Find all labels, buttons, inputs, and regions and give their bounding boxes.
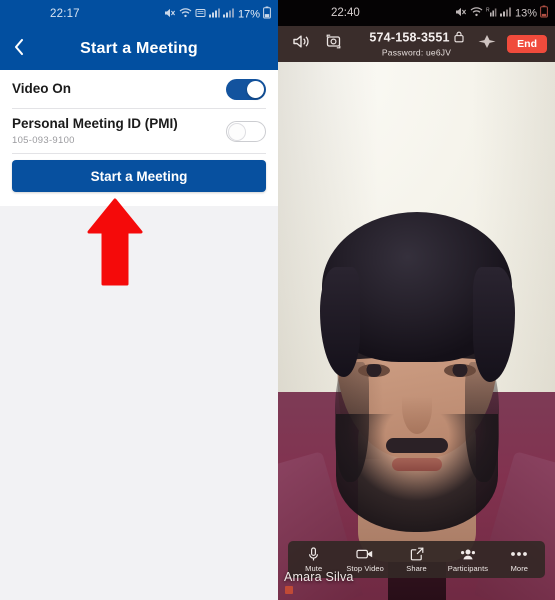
- toolbar-participants-label: Participants: [447, 563, 489, 573]
- right-screen-meeting: 22:40 R 13% 574-158-3551 Password: ue6JV…: [278, 0, 555, 600]
- switch-camera-icon: [324, 33, 343, 55]
- pmi-toggle[interactable]: [226, 120, 266, 142]
- video-on-toggle[interactable]: [226, 78, 266, 100]
- microphone-icon: [308, 546, 319, 562]
- video-stage[interactable]: Mute Stop Video Share Participants More …: [278, 62, 555, 600]
- toggle-knob: [228, 122, 246, 141]
- page-title: Start a Meeting: [80, 40, 198, 57]
- participant-name-label: Amara Silva: [284, 570, 354, 584]
- left-status-bar: 22:17 17%: [0, 0, 278, 28]
- row-pmi-label: Personal Meeting ID (PMI): [12, 116, 178, 132]
- chevron-left-icon: [13, 38, 25, 61]
- lock-icon: [454, 31, 464, 47]
- back-button[interactable]: [8, 38, 30, 60]
- share-square-icon: [410, 547, 424, 562]
- left-screen-start-meeting: 22:17 17% Start a Meeting Video On Perso…: [0, 0, 278, 600]
- toolbar-share-label: Share: [406, 563, 427, 573]
- left-battery-percent: 17%: [237, 8, 260, 20]
- toggle-knob: [247, 80, 264, 98]
- left-status-icons: 17%: [164, 6, 271, 22]
- left-status-clock: 22:17: [50, 8, 80, 20]
- wifi-icon: [470, 6, 483, 20]
- right-battery-percent: 13%: [514, 7, 537, 19]
- toolbar-stop-video[interactable]: Stop Video: [339, 547, 390, 573]
- signal-icon: [208, 8, 220, 21]
- speaker-on-icon: [292, 34, 311, 55]
- settings-card: Video On Personal Meeting ID (PMI) 105-0…: [0, 70, 278, 206]
- end-meeting-button[interactable]: End: [507, 35, 547, 53]
- lips: [391, 458, 442, 471]
- battery-icon: [540, 5, 548, 21]
- svg-text:R: R: [486, 8, 490, 14]
- sim-icon: [195, 8, 206, 21]
- switch-camera-button[interactable]: [324, 33, 343, 55]
- row-personal-meeting-id[interactable]: Personal Meeting ID (PMI) 105-093-9100: [0, 109, 278, 153]
- video-camera-icon: [356, 547, 374, 562]
- row-video-on-label: Video On: [12, 80, 72, 96]
- row-pmi-value: 105-093-9100: [12, 134, 75, 146]
- expand-button[interactable]: [477, 34, 497, 55]
- battery-icon: [263, 6, 271, 22]
- row-video-on[interactable]: Video On: [0, 70, 278, 108]
- red-up-arrow-annotation: [85, 196, 145, 288]
- sim-r-icon: R: [486, 7, 497, 20]
- signal-icon: [499, 7, 511, 20]
- meeting-header-bar: 574-158-3551 Password: ue6JV End: [278, 26, 555, 62]
- right-status-icons: R 13%: [455, 5, 548, 21]
- left-app-bar: Start a Meeting: [0, 28, 278, 70]
- meeting-id-text: 574-158-3551: [369, 30, 450, 45]
- mute-icon: [455, 6, 467, 20]
- signal-icon-2: [222, 8, 234, 21]
- right-status-bar: 22:40 R 13%: [278, 0, 555, 26]
- expand-diamond-icon: [477, 34, 497, 55]
- toolbar-more[interactable]: More: [494, 547, 545, 573]
- speaker-button[interactable]: [292, 34, 311, 55]
- more-dots-icon: [510, 547, 528, 562]
- toolbar-share[interactable]: Share: [391, 547, 442, 573]
- dual-screenshot-composite: 22:17 17% Start a Meeting Video On Perso…: [0, 0, 555, 600]
- eye-right: [443, 364, 476, 377]
- participants-icon: [460, 547, 476, 562]
- nose: [401, 380, 432, 434]
- right-status-clock: 22:40: [331, 7, 360, 19]
- cta-wrapper: Start a Meeting: [0, 154, 278, 192]
- muted-mic-badge: [285, 586, 293, 594]
- toolbar-more-label: More: [510, 563, 529, 573]
- toolbar-participants[interactable]: Participants: [442, 547, 493, 573]
- mute-icon: [164, 7, 176, 21]
- eye-left: [357, 364, 390, 377]
- moustache: [385, 438, 448, 453]
- toolbar-mute[interactable]: Mute: [288, 546, 339, 573]
- wifi-icon: [179, 7, 192, 21]
- start-a-meeting-button[interactable]: Start a Meeting: [12, 160, 266, 192]
